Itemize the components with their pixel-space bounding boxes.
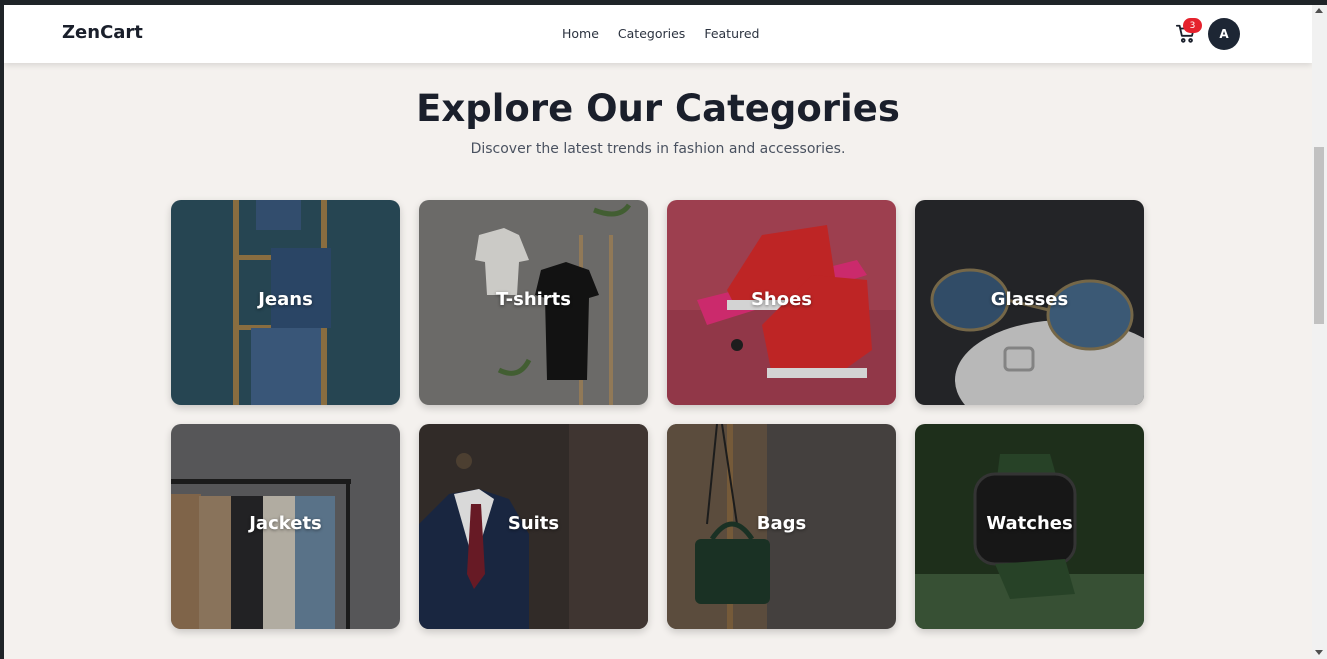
page-title: Explore Our Categories <box>416 87 900 130</box>
category-label-tshirts: T-shirts <box>496 289 571 310</box>
page-viewport: ZenCart Home Categories Featured 3 A Exp… <box>4 5 1312 659</box>
category-label-bags: Bags <box>756 513 807 534</box>
nav-link-categories[interactable]: Categories <box>618 26 685 41</box>
scroll-up-arrow-icon[interactable] <box>1315 8 1323 13</box>
category-label-jackets: Jackets <box>249 513 322 534</box>
page-subtitle: Discover the latest trends in fashion an… <box>470 141 846 157</box>
category-label-glasses: Glasses <box>990 289 1069 310</box>
nav-link-featured[interactable]: Featured <box>704 26 759 41</box>
brand-logo[interactable]: ZenCart <box>62 22 143 43</box>
vertical-scrollbar[interactable] <box>1312 5 1327 659</box>
scroll-down-arrow-icon[interactable] <box>1315 650 1323 655</box>
category-card-tshirts[interactable]: T-shirts <box>419 200 648 405</box>
user-avatar[interactable]: A <box>1208 18 1240 50</box>
category-card-jeans[interactable]: Jeans <box>171 200 400 405</box>
category-label-jeans: Jeans <box>258 289 313 310</box>
category-card-shoes[interactable]: Shoes <box>667 200 896 405</box>
nav-links: Home Categories Featured <box>562 26 759 41</box>
category-label-shoes: Shoes <box>750 289 813 310</box>
category-card-watches[interactable]: Watches <box>915 424 1144 629</box>
scroll-thumb[interactable] <box>1314 147 1324 324</box>
category-label-watches: Watches <box>986 513 1073 534</box>
category-card-suits[interactable]: Suits <box>419 424 648 629</box>
category-card-glasses[interactable]: Glasses <box>915 200 1144 405</box>
category-label-suits: Suits <box>507 513 560 534</box>
category-card-jackets[interactable]: Jackets <box>171 424 400 629</box>
cart-count-badge: 3 <box>1183 18 1202 33</box>
nav-link-home[interactable]: Home <box>562 26 599 41</box>
category-card-bags[interactable]: Bags <box>667 424 896 629</box>
top-navbar: ZenCart Home Categories Featured 3 A <box>4 5 1312 63</box>
